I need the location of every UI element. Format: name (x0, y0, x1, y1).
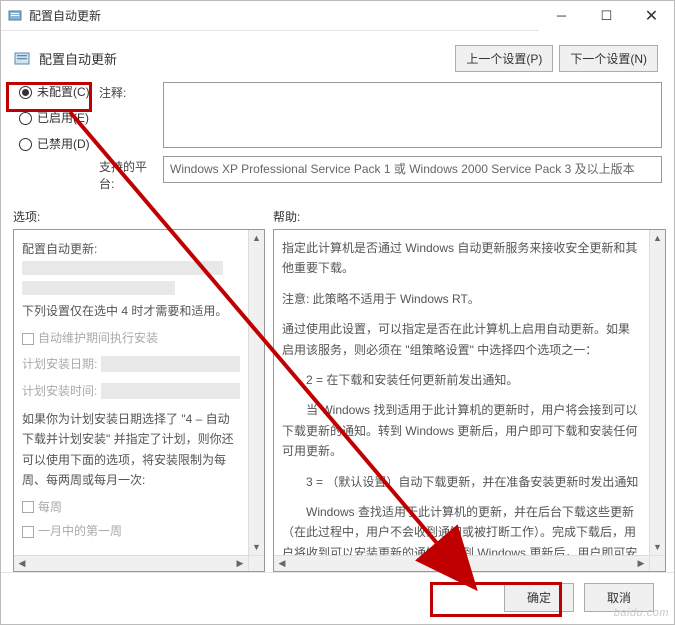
help-hscroll[interactable]: ◀ ▶ (274, 555, 649, 571)
platform-label: 支持的平台: (99, 156, 157, 192)
sched-time-dropdown[interactable] (101, 383, 240, 399)
next-setting-button[interactable]: 下一个设置(N) (559, 45, 658, 72)
scroll-up-icon[interactable]: ▲ (650, 230, 666, 246)
sched-time-label: 计划安装时间: (22, 381, 97, 401)
radio-icon (19, 86, 32, 99)
scroll-down-icon[interactable]: ▼ (249, 539, 265, 555)
scroll-right-icon[interactable]: ▶ (232, 556, 248, 572)
radio-disabled[interactable]: 已禁用(D) (19, 136, 99, 152)
scroll-right-icon[interactable]: ▶ (633, 556, 649, 572)
radio-enabled[interactable]: 已启用(E) (19, 110, 99, 126)
policy-icon (13, 50, 31, 68)
minimize-button[interactable]: ─ (539, 1, 584, 31)
scroll-left-icon[interactable]: ◀ (274, 556, 290, 572)
close-button[interactable]: ✕ (629, 1, 674, 31)
options-label: 选项: (13, 208, 273, 225)
footer: 确定 取消 (1, 572, 674, 624)
help-p5: 当 Windows 找到适用于此计算机的更新时，用户将会接到可以下载更新的通知。… (282, 400, 641, 461)
policy-window: 配置自动更新 ─ ☐ ✕ 配置自动更新 上一个设置(P) 下一个设置(N) 未配… (0, 0, 675, 625)
panes: 配置自动更新: 下列设置仅在选中 4 时才需要和适用。 自动维护期间执行安装 计… (1, 229, 674, 572)
checkbox-weekly[interactable]: 每周 (22, 497, 240, 517)
help-pane: 指定此计算机是否通过 Windows 自动更新服务来接收安全更新和其他重要下载。… (273, 229, 666, 572)
titlebar: 配置自动更新 ─ ☐ ✕ (1, 1, 674, 31)
scroll-up-icon[interactable]: ▲ (249, 230, 265, 246)
window-title: 配置自动更新 (29, 7, 539, 24)
scroll-corner (248, 555, 264, 571)
sched-time-row: 计划安装时间: (22, 381, 240, 401)
sched-day-dropdown[interactable] (101, 356, 240, 372)
platform-text: Windows XP Professional Service Pack 1 或… (163, 156, 662, 183)
help-p6: 3 = （默认设置）自动下载更新，并在准备安装更新时发出通知 (282, 472, 641, 492)
radio-group: 未配置(C) 已启用(E) 已禁用(D) (19, 82, 99, 192)
radio-icon (19, 138, 32, 151)
help-vscroll[interactable]: ▲ ▼ (649, 230, 665, 555)
help-p3: 通过使用此设置，可以指定是否在此计算机上启用自动更新。如果启用该服务，则必须在 … (282, 319, 641, 360)
comment-row: 注释: (99, 82, 662, 148)
scroll-down-icon[interactable]: ▼ (650, 539, 666, 555)
comment-textarea[interactable] (163, 82, 662, 148)
radio-icon (19, 112, 32, 125)
help-p7: Windows 查找适用于此计算机的更新，并在后台下载这些更新（在此过程中，用户… (282, 502, 641, 555)
help-p2: 注意: 此策略不适用于 Windows RT。 (282, 289, 641, 309)
checkbox-firstweek[interactable]: 一月中的第一周 (22, 521, 240, 541)
options-paragraph: 如果你为计划安装日期选择了 "4 – 自动下载并计划安装" 并指定了计划，则你还… (22, 409, 240, 491)
app-icon (7, 8, 23, 24)
options-hscroll[interactable]: ◀ ▶ (14, 555, 248, 571)
comment-label: 注释: (99, 82, 157, 101)
watermark: baidu.com (614, 607, 669, 619)
sched-day-row: 计划安装日期: (22, 354, 240, 374)
options-content: 配置自动更新: 下列设置仅在选中 4 时才需要和适用。 自动维护期间执行安装 计… (14, 230, 248, 555)
help-p4: 2 = 在下载和安装任何更新前发出通知。 (282, 370, 641, 390)
dropdown-config-type[interactable] (22, 261, 223, 275)
ok-button[interactable]: 确定 (504, 583, 574, 612)
header: 配置自动更新 上一个设置(P) 下一个设置(N) (1, 31, 674, 82)
header-title: 配置自动更新 (39, 49, 449, 68)
sched-day-label: 计划安装日期: (22, 354, 97, 374)
option-placeholder (22, 281, 175, 295)
scroll-corner (649, 555, 665, 571)
options-title: 配置自动更新: (22, 239, 240, 259)
checkbox-maintenance[interactable]: 自动维护期间执行安装 (22, 328, 240, 348)
prev-setting-button[interactable]: 上一个设置(P) (455, 45, 553, 72)
pane-labels: 选项: 帮助: (1, 198, 674, 229)
help-label: 帮助: (273, 208, 300, 225)
scroll-left-icon[interactable]: ◀ (14, 556, 30, 572)
radio-not-configured[interactable]: 未配置(C) (19, 84, 99, 100)
help-p1: 指定此计算机是否通过 Windows 自动更新服务来接收安全更新和其他重要下载。 (282, 238, 641, 279)
options-pane: 配置自动更新: 下列设置仅在选中 4 时才需要和适用。 自动维护期间执行安装 计… (13, 229, 265, 572)
options-note: 下列设置仅在选中 4 时才需要和适用。 (22, 301, 240, 321)
help-content: 指定此计算机是否通过 Windows 自动更新服务来接收安全更新和其他重要下载。… (274, 230, 649, 555)
config-area: 未配置(C) 已启用(E) 已禁用(D) 注释: 支持的平台: Windows … (1, 82, 674, 198)
maximize-button[interactable]: ☐ (584, 1, 629, 31)
options-vscroll[interactable]: ▲ ▼ (248, 230, 264, 555)
platform-row: 支持的平台: Windows XP Professional Service P… (99, 156, 662, 192)
